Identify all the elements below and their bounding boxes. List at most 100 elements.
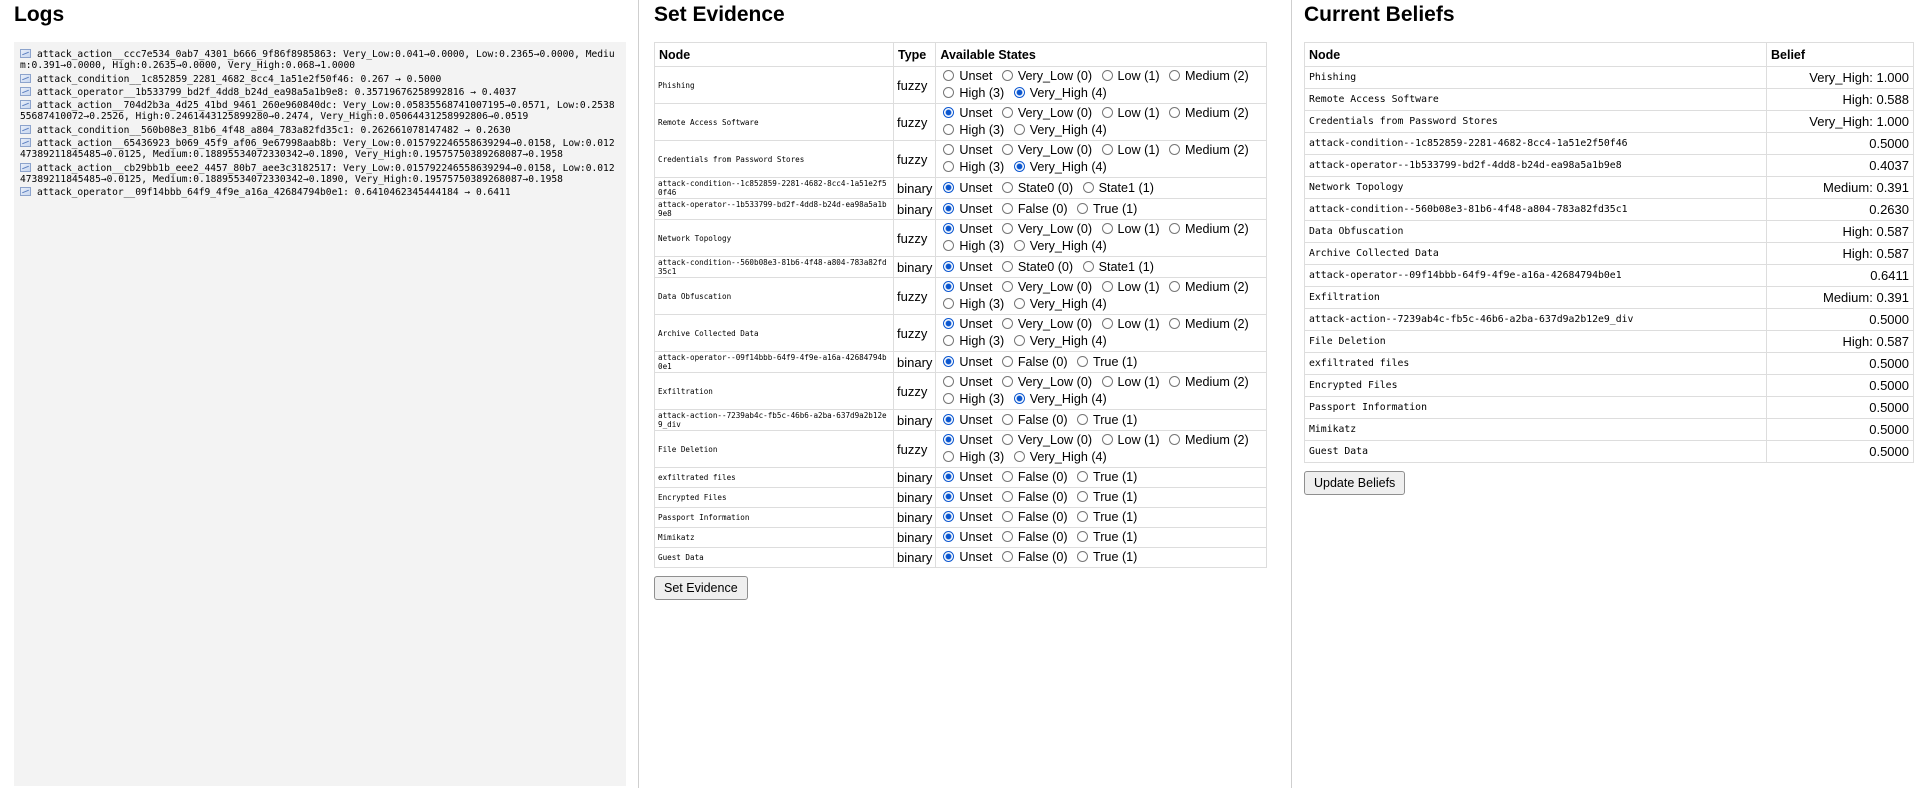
- state-option[interactable]: Low (1): [1098, 222, 1160, 236]
- state-radio[interactable]: [1001, 434, 1013, 445]
- logs-list[interactable]: attack_action__ccc7e534_0ab7_4301_b666_9…: [14, 42, 626, 786]
- state-option[interactable]: Unset: [939, 510, 992, 524]
- state-option[interactable]: True (1): [1073, 510, 1137, 524]
- set-evidence-button[interactable]: Set Evidence: [654, 576, 748, 600]
- state-radio[interactable]: [1013, 393, 1025, 404]
- state-radio[interactable]: [943, 318, 955, 329]
- state-radio[interactable]: [1077, 511, 1089, 522]
- state-option[interactable]: Very_High (4): [1010, 86, 1107, 100]
- state-option[interactable]: Very_Low (0): [998, 69, 1092, 83]
- state-radio[interactable]: [943, 240, 955, 251]
- state-radio[interactable]: [1169, 144, 1181, 155]
- state-option[interactable]: Medium (2): [1165, 280, 1249, 294]
- state-option[interactable]: High (3): [939, 123, 1004, 137]
- state-option[interactable]: Low (1): [1098, 106, 1160, 120]
- state-radio[interactable]: [1077, 491, 1089, 502]
- state-option[interactable]: Low (1): [1098, 375, 1160, 389]
- state-radio[interactable]: [1013, 161, 1025, 172]
- state-radio[interactable]: [1013, 87, 1025, 98]
- state-option[interactable]: True (1): [1073, 470, 1137, 484]
- state-radio[interactable]: [1082, 260, 1094, 272]
- state-option[interactable]: Unset: [939, 530, 992, 544]
- state-radio[interactable]: [1077, 355, 1089, 367]
- state-option[interactable]: Unset: [939, 470, 992, 484]
- state-radio[interactable]: [1101, 70, 1113, 81]
- state-option[interactable]: False (0): [998, 530, 1068, 544]
- state-radio[interactable]: [1169, 107, 1181, 118]
- state-option[interactable]: Unset: [939, 69, 992, 83]
- state-radio[interactable]: [1082, 181, 1094, 193]
- state-option[interactable]: Very_Low (0): [998, 222, 1092, 236]
- state-radio[interactable]: [1001, 70, 1013, 81]
- state-option[interactable]: Very_High (4): [1010, 123, 1107, 137]
- state-radio[interactable]: [943, 471, 955, 482]
- state-radio[interactable]: [943, 70, 955, 81]
- state-radio[interactable]: [943, 393, 955, 404]
- state-radio[interactable]: [1001, 413, 1013, 425]
- state-option[interactable]: State0 (0): [998, 260, 1073, 274]
- state-option[interactable]: High (3): [939, 334, 1004, 348]
- state-radio[interactable]: [943, 223, 955, 234]
- state-option[interactable]: Unset: [939, 202, 992, 216]
- state-radio[interactable]: [1001, 471, 1013, 482]
- state-radio[interactable]: [1001, 511, 1013, 522]
- state-option[interactable]: State1 (1): [1079, 181, 1154, 195]
- state-option[interactable]: Very_High (4): [1010, 160, 1107, 174]
- state-radio[interactable]: [1101, 318, 1113, 329]
- state-option[interactable]: Unset: [939, 260, 992, 274]
- state-option[interactable]: Very_Low (0): [998, 106, 1092, 120]
- state-radio[interactable]: [1013, 124, 1025, 135]
- state-option[interactable]: True (1): [1073, 202, 1137, 216]
- state-radio[interactable]: [1001, 318, 1013, 329]
- state-option[interactable]: Medium (2): [1165, 106, 1249, 120]
- state-radio[interactable]: [943, 107, 955, 118]
- state-radio[interactable]: [943, 298, 955, 309]
- state-radio[interactable]: [1001, 531, 1013, 542]
- state-radio[interactable]: [1001, 202, 1013, 214]
- state-radio[interactable]: [943, 181, 955, 193]
- state-option[interactable]: Very_Low (0): [998, 280, 1092, 294]
- state-radio[interactable]: [943, 491, 955, 502]
- state-option[interactable]: State0 (0): [998, 181, 1073, 195]
- state-option[interactable]: High (3): [939, 239, 1004, 253]
- state-radio[interactable]: [1169, 281, 1181, 292]
- state-option[interactable]: Very_High (4): [1010, 297, 1107, 311]
- state-radio[interactable]: [943, 451, 955, 462]
- state-radio[interactable]: [943, 260, 955, 272]
- state-option[interactable]: Very_High (4): [1010, 450, 1107, 464]
- state-radio[interactable]: [1101, 281, 1113, 292]
- state-option[interactable]: Unset: [939, 550, 992, 564]
- state-option[interactable]: Unset: [939, 317, 992, 331]
- state-option[interactable]: False (0): [998, 355, 1068, 369]
- state-option[interactable]: High (3): [939, 86, 1004, 100]
- state-option[interactable]: Low (1): [1098, 69, 1160, 83]
- state-option[interactable]: Low (1): [1098, 280, 1160, 294]
- state-radio[interactable]: [1101, 107, 1113, 118]
- state-option[interactable]: False (0): [998, 550, 1068, 564]
- state-option[interactable]: Medium (2): [1165, 143, 1249, 157]
- state-radio[interactable]: [1077, 413, 1089, 425]
- state-option[interactable]: True (1): [1073, 530, 1137, 544]
- state-option[interactable]: High (3): [939, 160, 1004, 174]
- state-option[interactable]: Unset: [939, 355, 992, 369]
- state-radio[interactable]: [1101, 144, 1113, 155]
- state-radio[interactable]: [1001, 260, 1013, 272]
- state-option[interactable]: False (0): [998, 470, 1068, 484]
- state-option[interactable]: False (0): [998, 413, 1068, 427]
- state-radio[interactable]: [1013, 335, 1025, 346]
- state-radio[interactable]: [1077, 531, 1089, 542]
- state-option[interactable]: State1 (1): [1079, 260, 1154, 274]
- state-option[interactable]: Very_Low (0): [998, 317, 1092, 331]
- state-radio[interactable]: [943, 355, 955, 367]
- state-option[interactable]: Low (1): [1098, 317, 1160, 331]
- state-option[interactable]: Very_Low (0): [998, 375, 1092, 389]
- state-option[interactable]: True (1): [1073, 355, 1137, 369]
- state-option[interactable]: Very_Low (0): [998, 433, 1092, 447]
- state-radio[interactable]: [1001, 491, 1013, 502]
- state-option[interactable]: Unset: [939, 433, 992, 447]
- state-option[interactable]: Unset: [939, 280, 992, 294]
- state-radio[interactable]: [1001, 355, 1013, 367]
- state-radio[interactable]: [943, 531, 955, 542]
- state-radio[interactable]: [1001, 551, 1013, 562]
- state-option[interactable]: Low (1): [1098, 433, 1160, 447]
